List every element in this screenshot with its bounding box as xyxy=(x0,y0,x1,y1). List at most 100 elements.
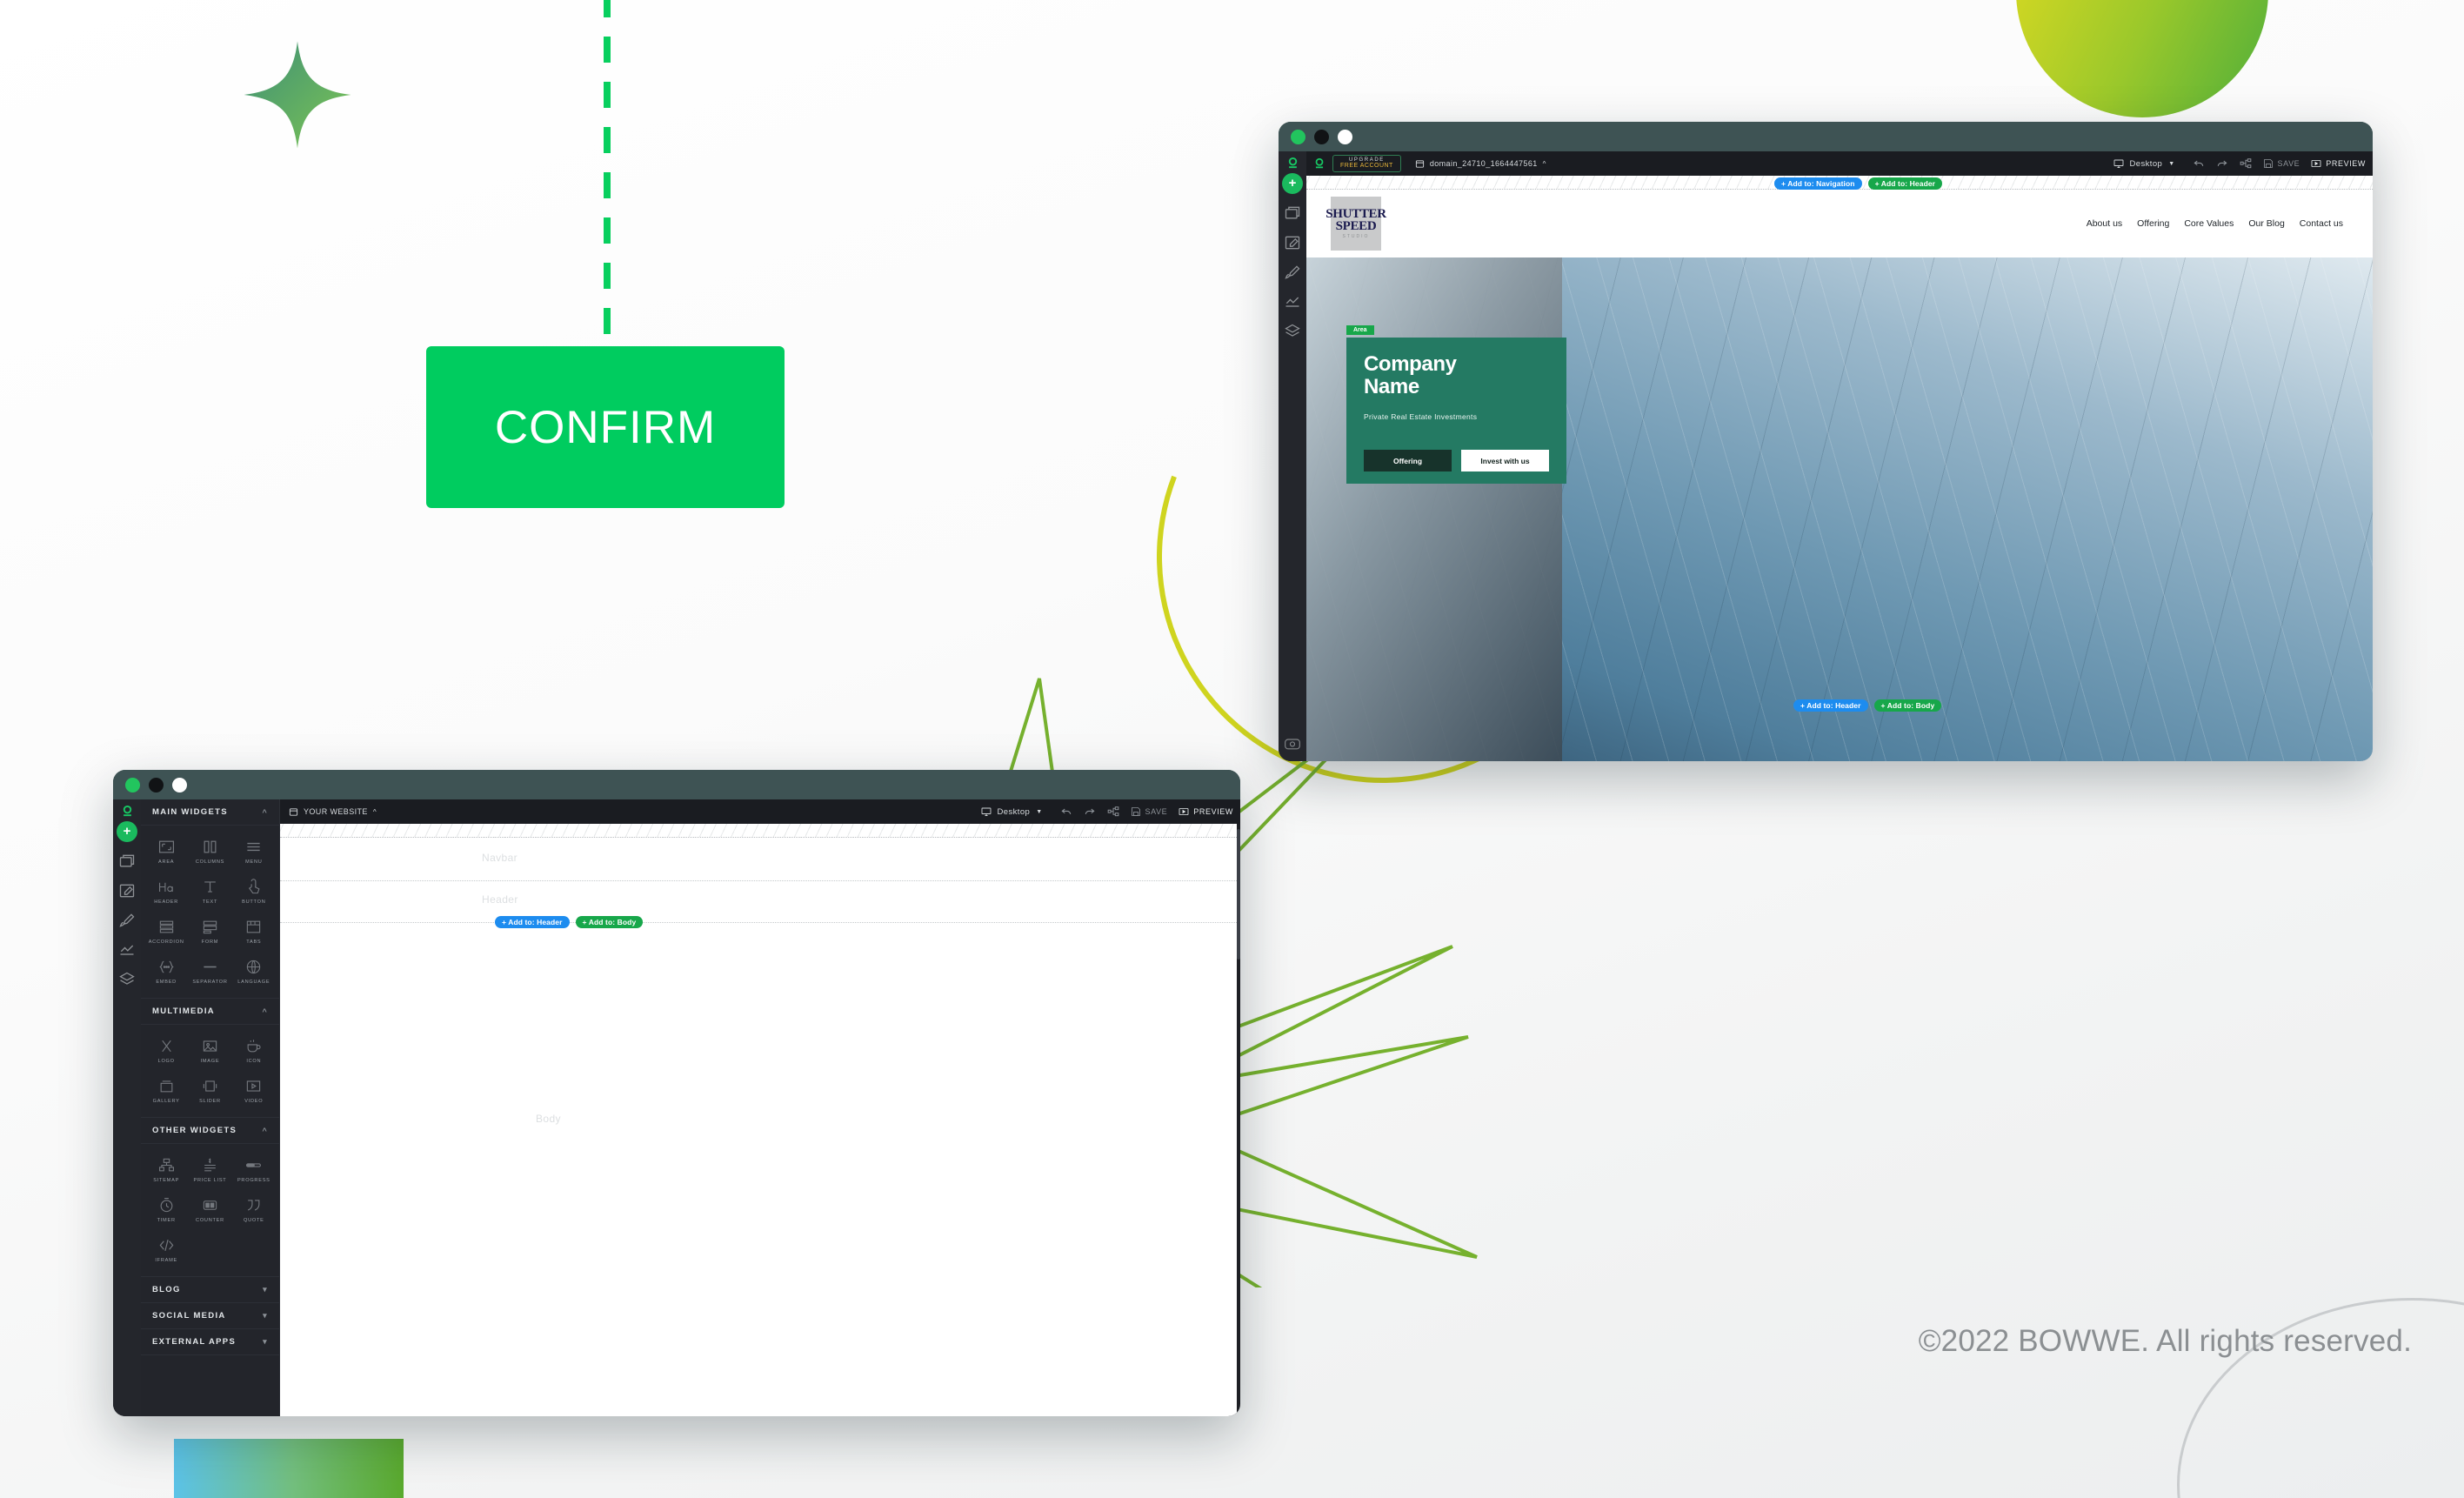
widget-gallery[interactable]: GALLERY xyxy=(144,1070,188,1110)
section-header-other-widgets[interactable]: OTHER WIDGETS ^ xyxy=(141,1118,279,1144)
widget-area[interactable]: AREA xyxy=(144,831,188,871)
device-selector[interactable]: Desktop ▼ xyxy=(981,806,1043,817)
widget-timer[interactable]: TIMER xyxy=(144,1189,188,1229)
chevron-down-icon[interactable]: ▾ xyxy=(263,1337,268,1347)
add-widget-button[interactable]: + xyxy=(117,821,137,842)
undo-icon[interactable] xyxy=(1060,806,1072,818)
site-canvas[interactable]: + Add to: Navigation + Add to: Header SH… xyxy=(1306,176,2373,761)
widget-logo[interactable]: LOGO xyxy=(144,1030,188,1070)
left-rail[interactable]: + xyxy=(1279,151,1306,761)
chevron-down-icon[interactable]: ▼ xyxy=(1036,809,1042,815)
widget-video[interactable]: VIDEO xyxy=(232,1070,276,1110)
left-rail[interactable]: + xyxy=(113,799,141,1416)
chevron-up-icon[interactable]: ^ xyxy=(373,808,377,816)
blank-canvas[interactable]: Navbar Header + Add to: Header + Add to:… xyxy=(280,824,1240,1416)
add-to-body-pill[interactable]: + Add to: Body xyxy=(1873,699,1942,712)
hero-invest-button[interactable]: Invest with us xyxy=(1461,450,1549,471)
site-menu-item-blog[interactable]: Our Blog xyxy=(2248,218,2284,229)
widget-sitemap[interactable]: SITEMAP xyxy=(144,1149,188,1189)
chevron-down-icon[interactable]: ▾ xyxy=(263,1285,268,1294)
window-dot-white[interactable] xyxy=(1338,129,1352,144)
section-header-multimedia[interactable]: MULTIMEDIA ^ xyxy=(141,999,279,1025)
editor-topbar[interactable]: YOUR WEBSITE ^ Desktop ▼ SAVE PREVIEW xyxy=(280,799,1240,824)
widget-image[interactable]: IMAGE xyxy=(188,1030,231,1070)
widget-columns[interactable]: COLUMNS xyxy=(188,831,231,871)
add-to-navigation-pill[interactable]: + Add to: Navigation xyxy=(1774,177,1862,190)
add-widget-button[interactable]: + xyxy=(1282,173,1303,194)
analytics-icon[interactable] xyxy=(1284,293,1301,311)
navbar-zone[interactable]: Navbar xyxy=(280,838,1240,881)
redo-icon[interactable] xyxy=(1084,806,1096,818)
widget-embed[interactable]: EMBED xyxy=(144,951,188,991)
chevron-down-icon[interactable]: ▾ xyxy=(263,1311,268,1321)
hero-card[interactable]: Area Company Name Private Real Estate In… xyxy=(1346,325,1566,484)
widget-button[interactable]: BUTTON xyxy=(232,871,276,911)
widget-icon[interactable]: ICON xyxy=(232,1030,276,1070)
widget-slider[interactable]: SLIDER xyxy=(188,1070,231,1110)
chevron-down-icon[interactable]: ▼ xyxy=(2168,161,2174,167)
brush-icon[interactable] xyxy=(118,912,136,929)
brush-icon[interactable] xyxy=(1284,264,1301,281)
add-to-body-pill[interactable]: + Add to: Body xyxy=(575,916,644,928)
edit-icon[interactable] xyxy=(118,882,136,899)
chevron-up-icon[interactable]: ^ xyxy=(262,1007,268,1016)
sitemap-icon[interactable] xyxy=(2240,157,2252,170)
bowwe-logo-icon[interactable] xyxy=(1306,157,1332,170)
chevron-up-icon[interactable]: ^ xyxy=(262,808,268,817)
website-selector[interactable]: YOUR WEBSITE ^ xyxy=(289,807,377,817)
section-header-blog[interactable]: BLOG ▾ xyxy=(141,1277,279,1303)
chevron-up-icon[interactable]: ^ xyxy=(262,1127,268,1135)
upgrade-button[interactable]: UPGRADE FREE ACCOUNT xyxy=(1332,154,1401,172)
section-header-main-widgets[interactable]: MAIN WIDGETS ^ xyxy=(141,799,279,826)
widget-progress[interactable]: PROGRESS xyxy=(232,1149,276,1189)
widget-price-list[interactable]: PRICE LIST xyxy=(188,1149,231,1189)
widget-form[interactable]: FORM xyxy=(188,911,231,951)
canvas-scrollbar[interactable] xyxy=(1237,824,1240,1416)
undo-icon[interactable] xyxy=(2193,157,2205,170)
site-menu-item-contact[interactable]: Contact us xyxy=(2300,218,2343,229)
editor-window-site-preview[interactable]: + UPGRADE FREE ACCOUNT domain_24710_1664… xyxy=(1279,122,2373,761)
site-menu-item-offering[interactable]: Offering xyxy=(2137,218,2169,229)
site-menu-item-about[interactable]: About us xyxy=(2087,218,2122,229)
analytics-icon[interactable] xyxy=(118,941,136,959)
section-header-social-media[interactable]: SOCIAL MEDIA ▾ xyxy=(141,1303,279,1329)
widget-separator[interactable]: SEPARATOR xyxy=(188,951,231,991)
preview-button[interactable]: PREVIEW xyxy=(2311,158,2366,169)
window-dot-green[interactable] xyxy=(125,777,140,792)
header-zone[interactable]: Header xyxy=(280,881,1240,923)
widget-accordion[interactable]: ACCORDION xyxy=(144,911,188,951)
settings-icon[interactable] xyxy=(1284,735,1301,752)
pages-icon[interactable] xyxy=(1284,204,1301,222)
widgets-panel[interactable]: MAIN WIDGETS ^ AREA COLUMNS MENU HEADER … xyxy=(141,799,280,1416)
add-to-header-pill-bottom[interactable]: + Add to: Header xyxy=(1793,699,1868,712)
editor-window-blank[interactable]: + MAIN WIDGETS ^ AREA COLUMNS MENU HEADE… xyxy=(113,770,1240,1416)
widget-header[interactable]: HEADER xyxy=(144,871,188,911)
window-dot-green[interactable] xyxy=(1291,129,1305,144)
edit-icon[interactable] xyxy=(1284,234,1301,251)
save-button[interactable]: SAVE xyxy=(2263,158,2300,169)
window-dot-white[interactable] xyxy=(172,777,187,792)
layers-icon[interactable] xyxy=(118,971,136,988)
device-selector[interactable]: Desktop ▼ xyxy=(2113,158,2175,169)
body-zone[interactable]: Body xyxy=(280,923,1240,1271)
widget-text[interactable]: TEXT xyxy=(188,871,231,911)
widget-counter[interactable]: COUNTER xyxy=(188,1189,231,1229)
window-dot-black[interactable] xyxy=(149,777,164,792)
rendered-website[interactable]: SHUTTER SPEED STUDIO About us Offering C… xyxy=(1306,190,2373,761)
preview-button[interactable]: PREVIEW xyxy=(1179,806,1233,817)
sitemap-icon[interactable] xyxy=(1107,806,1119,818)
editor-topbar[interactable]: UPGRADE FREE ACCOUNT domain_24710_166444… xyxy=(1306,151,2373,176)
hero-offering-button[interactable]: Offering xyxy=(1364,450,1452,471)
site-menu-item-core-values[interactable]: Core Values xyxy=(2184,218,2234,229)
widget-menu[interactable]: MENU xyxy=(232,831,276,871)
redo-icon[interactable] xyxy=(2216,157,2228,170)
chevron-up-icon[interactable]: ^ xyxy=(1543,160,1546,168)
widget-quote[interactable]: QUOTE xyxy=(232,1189,276,1229)
add-to-header-pill[interactable]: + Add to: Header xyxy=(495,916,570,928)
save-button[interactable]: SAVE xyxy=(1131,806,1168,817)
layers-icon[interactable] xyxy=(1284,323,1301,340)
add-to-header-pill[interactable]: + Add to: Header xyxy=(1867,177,1943,190)
widget-iframe[interactable]: IFRAME xyxy=(144,1229,188,1269)
widget-tabs[interactable]: TABS xyxy=(232,911,276,951)
section-header-external-apps[interactable]: EXTERNAL APPS ▾ xyxy=(141,1329,279,1355)
